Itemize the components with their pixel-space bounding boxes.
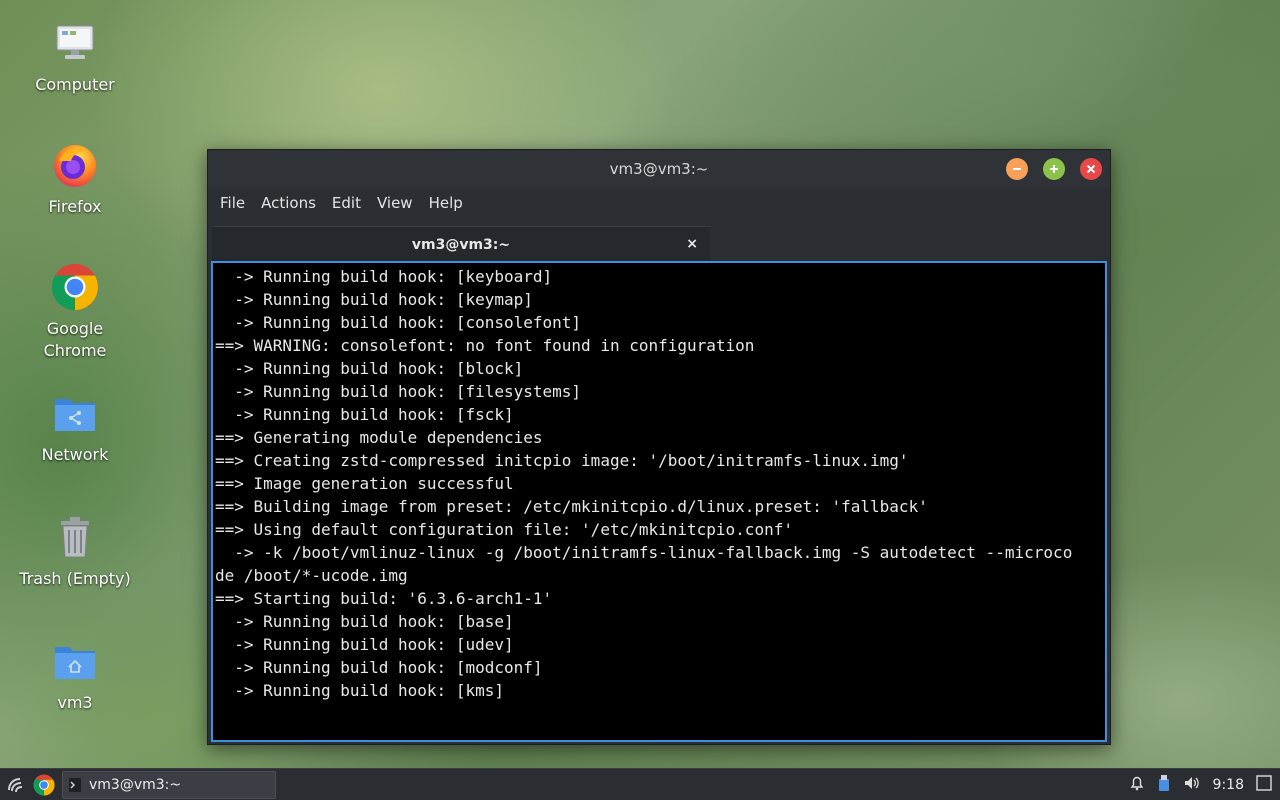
tab-label: vm3@vm3:~: [411, 236, 511, 253]
terminal-line: -> -k /boot/vmlinuz-linux -g /boot/initr…: [215, 543, 1073, 562]
home-folder-icon: [50, 636, 100, 686]
menu-actions[interactable]: Actions: [261, 194, 324, 212]
terminal-line: -> Running build hook: [kms]: [215, 681, 504, 700]
minimize-button[interactable]: [1006, 158, 1028, 180]
terminal-line: -> Running build hook: [keymap]: [215, 290, 533, 309]
terminal-output[interactable]: -> Running build hook: [keyboard] -> Run…: [211, 261, 1107, 742]
terminal-line: ==> WARNING: consolefont: no font found …: [215, 336, 755, 355]
terminal-line: -> Running build hook: [consolefont]: [215, 313, 582, 332]
desktop-icon-label: Computer: [35, 75, 115, 94]
window-titlebar[interactable]: vm3@vm3:~: [208, 150, 1110, 188]
system-tray: 9:18: [1129, 769, 1272, 800]
terminal-line: ==> Creating zstd-compressed initcpio im…: [215, 451, 909, 470]
terminal-line: -> Running build hook: [fsck]: [215, 405, 514, 424]
menubar: File Actions Edit View Help: [208, 188, 1110, 218]
network-folder-icon: [50, 388, 100, 438]
usb-drive-icon[interactable]: [1157, 774, 1171, 796]
trash-icon: [50, 512, 100, 562]
terminal-line: -> Running build hook: [udev]: [215, 635, 514, 654]
desktop-icon-label: Firefox: [48, 197, 102, 216]
menu-help[interactable]: Help: [429, 194, 471, 212]
notification-bell-icon[interactable]: [1129, 775, 1145, 795]
desktop-icon-vm3[interactable]: vm3: [5, 636, 145, 714]
window-title: vm3@vm3:~: [609, 160, 709, 178]
menu-file[interactable]: File: [220, 194, 253, 212]
volume-icon[interactable]: [1183, 775, 1201, 795]
terminal-line: -> Running build hook: [block]: [215, 359, 524, 378]
terminal-line: ==> Image generation successful: [215, 474, 514, 493]
computer-icon: [50, 18, 100, 68]
minimize-icon: [1013, 168, 1021, 170]
desktop-icon-google-chrome[interactable]: Google Chrome: [5, 262, 145, 362]
menu-view[interactable]: View: [377, 194, 421, 212]
chrome-icon: [50, 262, 100, 312]
desktop-icon-label: Google Chrome: [43, 319, 107, 360]
firefox-icon: [50, 140, 100, 190]
desktop-icon-label: vm3: [57, 693, 93, 712]
show-desktop-icon[interactable]: [1256, 775, 1272, 795]
terminal-tab[interactable]: vm3@vm3:~ ×: [212, 226, 710, 262]
terminal-icon: [69, 777, 81, 792]
desktop-icon-firefox[interactable]: Firefox: [5, 140, 145, 218]
window-controls: [1006, 158, 1102, 180]
taskbar-terminal-button[interactable]: vm3@vm3:~: [62, 770, 276, 799]
desktop-icon-label: Network: [41, 445, 109, 464]
app-menu-icon[interactable]: [4, 773, 28, 797]
terminal-line: -> Running build hook: [filesystems]: [215, 382, 582, 401]
desktop-icon-computer[interactable]: Computer: [5, 18, 145, 96]
maximize-icon: [1050, 165, 1058, 173]
terminal-window[interactable]: vm3@vm3:~ File Actions Edit View Help vm…: [207, 149, 1111, 745]
clock[interactable]: 9:18: [1213, 777, 1244, 793]
taskbar: vm3@vm3:~ 9:18: [0, 768, 1280, 800]
terminal-line: de /boot/*-ucode.img: [215, 566, 408, 585]
terminal-line: ==> Building image from preset: /etc/mki…: [215, 497, 928, 516]
tab-close-icon[interactable]: ×: [686, 236, 698, 252]
maximize-button[interactable]: [1043, 158, 1065, 180]
chrome-launcher-icon[interactable]: [32, 773, 56, 797]
close-button[interactable]: [1080, 158, 1102, 180]
close-icon: [1086, 164, 1096, 174]
terminal-line: -> Running build hook: [modconf]: [215, 658, 543, 677]
terminal-line: -> Running build hook: [base]: [215, 612, 514, 631]
taskbar-task-label: vm3@vm3:~: [89, 776, 182, 793]
menu-edit[interactable]: Edit: [332, 194, 369, 212]
terminal-line: ==> Generating module dependencies: [215, 428, 543, 447]
desktop-icon-network[interactable]: Network: [5, 388, 145, 466]
terminal-line: -> Running build hook: [keyboard]: [215, 267, 553, 286]
terminal-line: ==> Starting build: '6.3.6-arch1-1': [215, 589, 553, 608]
desktop-icon-trash[interactable]: Trash (Empty): [5, 512, 145, 590]
terminal-line: ==> Using default configuration file: '/…: [215, 520, 793, 539]
tab-bar: vm3@vm3:~ ×: [208, 222, 1110, 262]
desktop-icon-label: Trash (Empty): [19, 569, 131, 588]
